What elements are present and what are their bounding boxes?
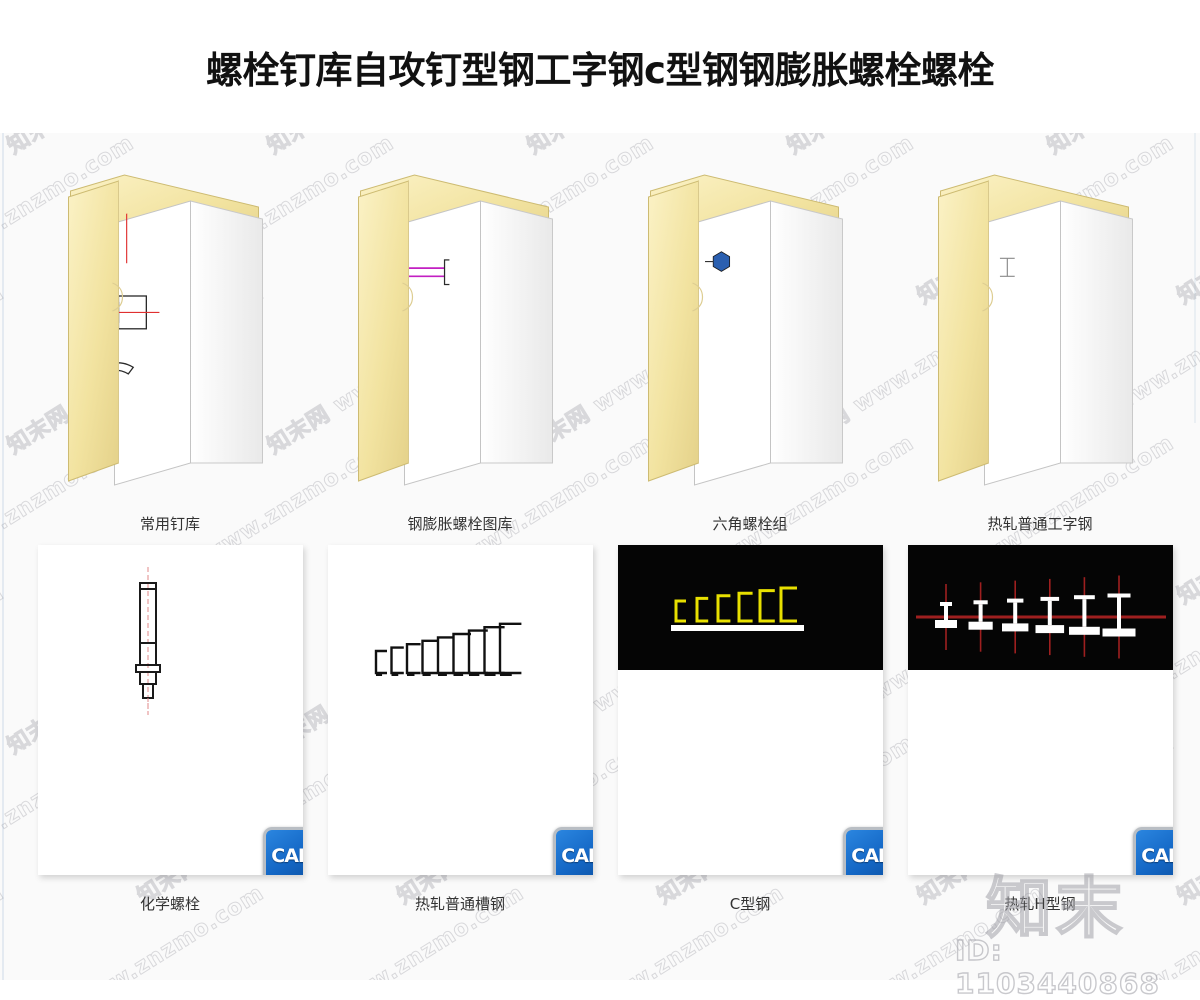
cad-file-badge: CAD: [843, 827, 883, 875]
cad-badge-label: CAD: [271, 845, 303, 867]
folder-icon: [648, 174, 843, 486]
c-steel-drawing: [671, 586, 804, 631]
folder-thumbnail[interactable]: [895, 153, 1185, 513]
folder-item[interactable]: 钢膨胀螺栓图库: [315, 153, 605, 553]
thumbnail-item[interactable]: CAD 热轧普通槽钢: [315, 545, 605, 945]
cad-badge-label: CAD: [851, 845, 883, 867]
folder-icon: [938, 174, 1133, 486]
folder-icon: [68, 174, 263, 486]
folder-item[interactable]: 常用钉库: [25, 153, 315, 553]
item-label: 化学螺栓: [139, 895, 200, 913]
item-label: 热轧普通工字钢: [987, 515, 1093, 533]
cad-file-badge: CAD: [553, 827, 593, 875]
cad-drawing: [618, 545, 883, 875]
cad-badge-label: CAD: [1141, 845, 1173, 867]
folder-thumbnail[interactable]: [315, 153, 605, 513]
cad-file-badge: CAD: [263, 827, 303, 875]
cad-file-badge: CAD: [1133, 827, 1173, 875]
thumbnail-item[interactable]: CAD C型钢: [605, 545, 895, 945]
thumbnail-item[interactable]: CAD 化学螺栓: [25, 545, 315, 945]
cad-badge-label: CAD: [561, 845, 593, 867]
cad-preview-card[interactable]: CAD: [38, 545, 303, 875]
cad-drawing: [38, 545, 303, 875]
item-label: 热轧H型钢: [1004, 895, 1076, 913]
item-label: 热轧普通槽钢: [414, 895, 505, 913]
anchor-bolt-drawing: [135, 567, 161, 715]
thumbnail-grid: 常用钉库 钢膨胀螺栓图库 六角螺栓组 热轧普通工字钢 CA 化学螺栓 CA 热轧…: [0, 133, 1200, 980]
item-label: C型钢: [729, 895, 771, 913]
cad-preview-card[interactable]: CAD: [618, 545, 883, 875]
page-title: 螺栓钉库自攻钉型钢工字钢c型钢钢膨胀螺栓螺栓: [206, 48, 994, 92]
thumbnail-item[interactable]: CAD 热轧H型钢: [895, 545, 1185, 945]
folder-item[interactable]: 六角螺栓组: [605, 153, 895, 553]
item-label: 六角螺栓组: [712, 515, 788, 533]
item-label: 钢膨胀螺栓图库: [407, 515, 513, 533]
content-area: 知末网 www.znzmo.com知末网 www.znzmo.com知末网 ww…: [0, 133, 1200, 980]
h-steel-drawing: [916, 575, 1166, 659]
folder-item[interactable]: 热轧普通工字钢: [895, 153, 1185, 553]
channel-steel-drawing: [374, 622, 522, 676]
page-header: 螺栓钉库自攻钉型钢工字钢c型钢钢膨胀螺栓螺栓: [0, 0, 1200, 133]
item-label: 常用钉库: [139, 515, 200, 533]
cad-drawing: [908, 545, 1173, 875]
cad-drawing: [328, 545, 593, 875]
folder-icon: [358, 174, 553, 486]
cad-preview-card[interactable]: CAD: [908, 545, 1173, 875]
folder-thumbnail[interactable]: [605, 153, 895, 513]
folder-thumbnail[interactable]: [25, 153, 315, 513]
cad-preview-card[interactable]: CAD: [328, 545, 593, 875]
